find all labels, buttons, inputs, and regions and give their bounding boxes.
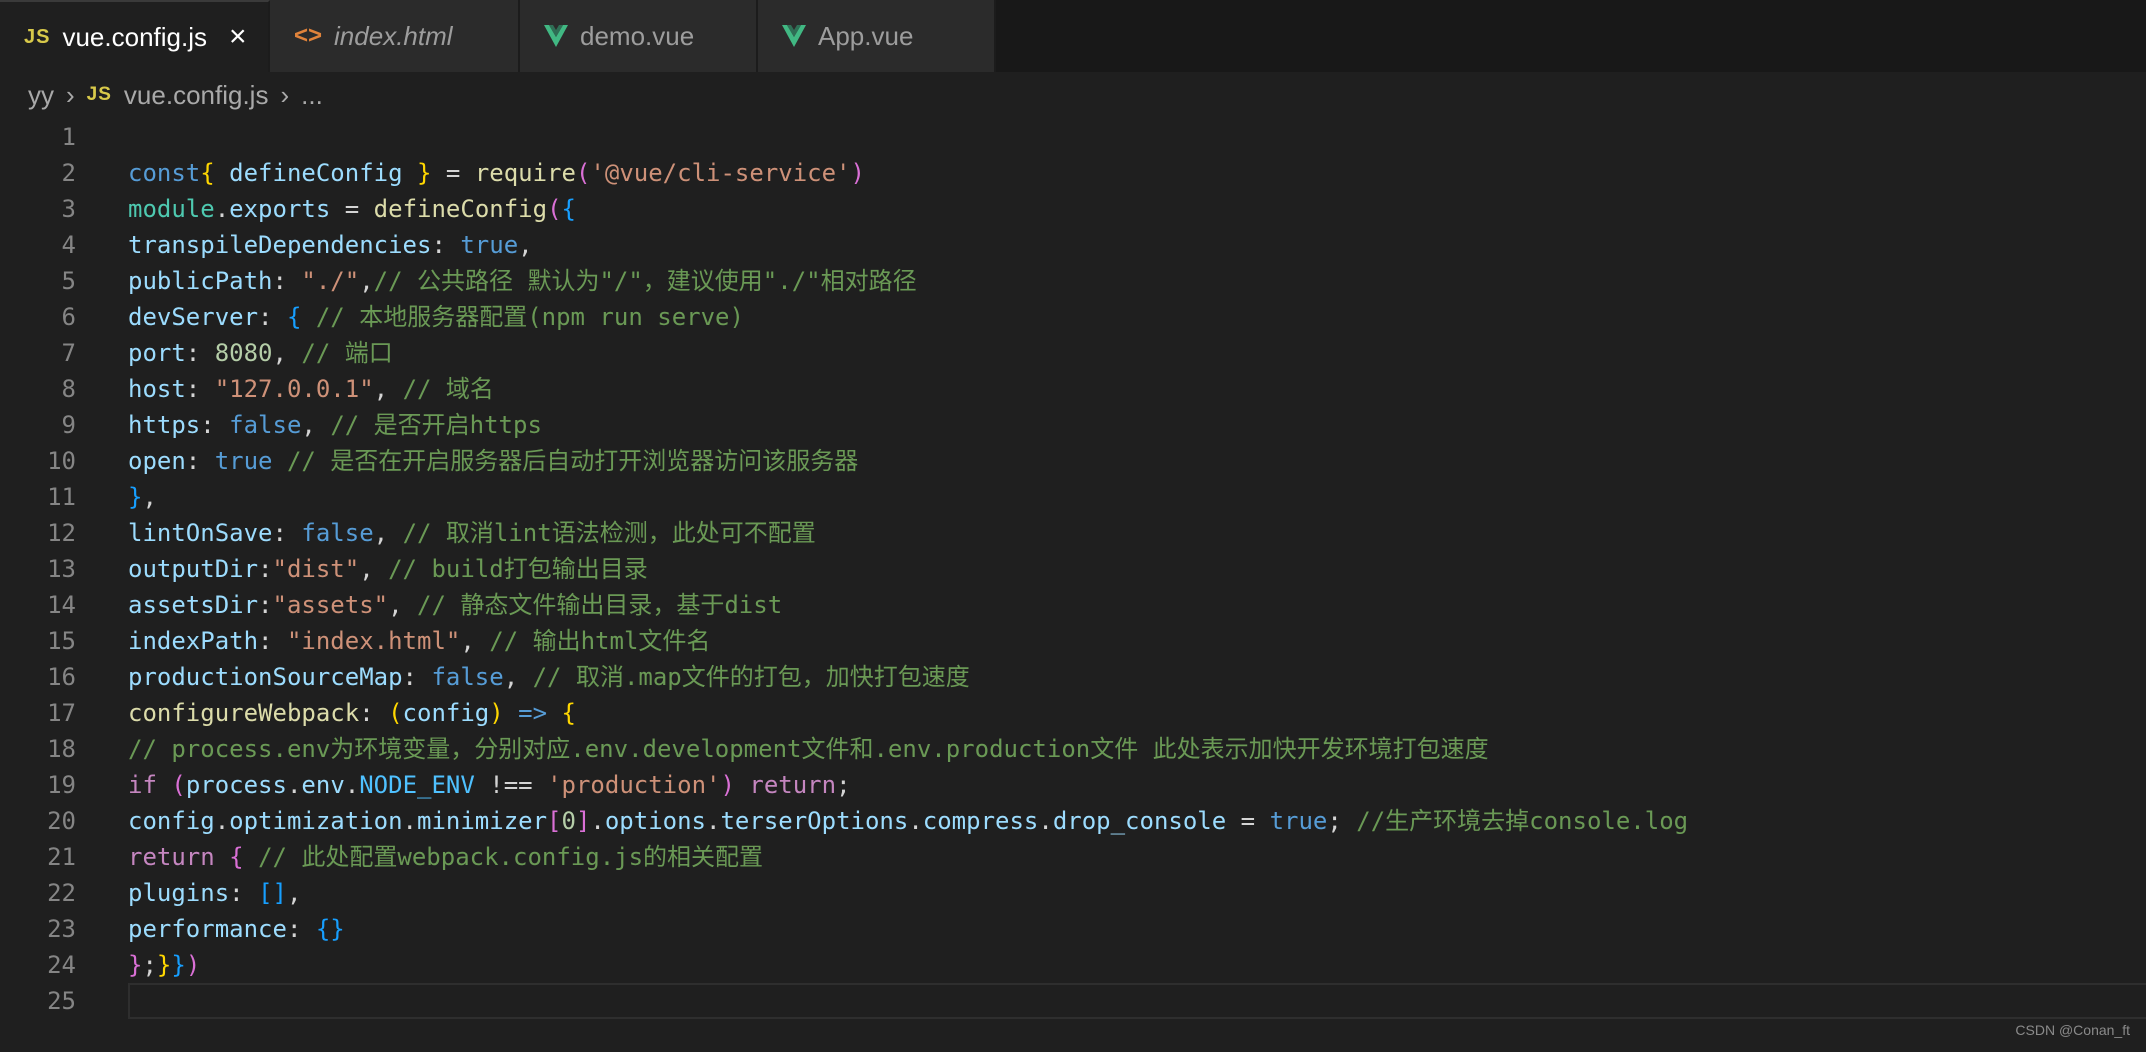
line-number: 17 [47, 699, 76, 727]
line-number: 21 [47, 843, 76, 871]
line-number: 12 [47, 519, 76, 547]
line-number: 22 [47, 879, 76, 907]
code-text: }, [128, 483, 157, 511]
code-text: devServer: { // 本地服务器配置(npm run serve) [128, 303, 744, 331]
code-line[interactable]: 16 productionSourceMap: false, // 取消.map文… [0, 659, 2146, 695]
line-number: 9 [61, 411, 76, 439]
code-text: publicPath: "./",// 公共路径 默认为"/"，建议使用"./"… [128, 267, 917, 295]
tab-app-vue[interactable]: App.vue [758, 0, 996, 72]
code-line[interactable]: 22 plugins: [], [0, 875, 2146, 911]
code-text: assetsDir:"assets", // 静态文件输出目录，基于dist [128, 591, 783, 619]
code-text: open: true // 是否在开启服务器后自动打开浏览器访问该服务器 [128, 447, 859, 475]
code-line[interactable]: 8 host: "127.0.0.1", // 域名 [0, 371, 2146, 407]
code-text: https: false, // 是否开启https [128, 411, 542, 439]
code-text: };}}) [128, 951, 201, 979]
line-number: 6 [61, 303, 76, 331]
code-line[interactable]: 11}, [0, 479, 2146, 515]
code-line[interactable]: 17 configureWebpack: (config) => { [0, 695, 2146, 731]
chevron-right-icon: › [280, 79, 290, 110]
tab-label: index.html [334, 20, 453, 51]
html-file-icon: <> [294, 22, 323, 49]
close-icon[interactable]: × [229, 22, 247, 52]
code-line[interactable]: 18 // process.env为环境变量，分别对应.env.developme… [0, 731, 2146, 767]
tab-label: vue.config.js [62, 21, 207, 52]
code-text: transpileDependencies: true, [128, 231, 533, 259]
line-number: 24 [47, 951, 76, 979]
tab-label: App.vue [818, 20, 914, 51]
code-line[interactable]: 13 outputDir:"dist", // build打包输出目录 [0, 551, 2146, 587]
line-number: 10 [47, 447, 76, 475]
code-line[interactable]: 14 assetsDir:"assets", // 静态文件输出目录，基于dist [0, 587, 2146, 623]
code-text: outputDir:"dist", // build打包输出目录 [128, 555, 648, 583]
code-line[interactable]: 5 publicPath: "./",// 公共路径 默认为"/"，建议使用"./… [0, 263, 2146, 299]
js-file-icon: JS [24, 25, 51, 48]
code-line[interactable]: 9 https: false, // 是否开启https [0, 407, 2146, 443]
code-line[interactable]: 15 indexPath: "index.html", // 输出html文件名 [0, 623, 2146, 659]
code-text: productionSourceMap: false, // 取消.map文件的… [128, 663, 970, 691]
line-number: 1 [61, 123, 76, 151]
code-text: const{ defineConfig } = require('@vue/cl… [128, 159, 865, 187]
tab-demo-vue[interactable]: demo.vue [520, 0, 758, 72]
vue-file-icon [544, 25, 568, 47]
line-number: 8 [61, 375, 76, 403]
code-text: return { // 此处配置webpack.config.js的相关配置 [128, 843, 764, 871]
tab-label: demo.vue [580, 20, 695, 51]
code-line[interactable]: 25 [0, 983, 2146, 1019]
line-number: 16 [47, 663, 76, 691]
line-number: 2 [61, 159, 76, 187]
tab-index-html[interactable]: <> index.html [270, 0, 520, 72]
line-number: 20 [47, 807, 76, 835]
chevron-right-icon: › [66, 79, 75, 110]
breadcrumb-folder[interactable]: yy [28, 80, 54, 111]
breadcrumb-more[interactable]: ... [301, 80, 323, 111]
breadcrumb-file[interactable]: vue.config.js [124, 80, 269, 111]
line-number: 7 [61, 339, 76, 367]
code-line[interactable]: 10 open: true // 是否在开启服务器后自动打开浏览器访问该服务器 [0, 443, 2146, 479]
code-text: indexPath: "index.html", // 输出html文件名 [128, 627, 711, 655]
watermark: CSDN @Conan_ft [2015, 1022, 2130, 1038]
tab-bar: JS vue.config.js × <> index.html demo.vu… [0, 0, 2146, 72]
code-line[interactable]: 4 transpileDependencies: true, [0, 227, 2146, 263]
code-text: if (process.env.NODE_ENV !== 'production… [128, 771, 851, 799]
code-line[interactable]: 21 return { // 此处配置webpack.config.js的相关配置 [0, 839, 2146, 875]
line-number: 19 [47, 771, 76, 799]
code-line[interactable]: 20 config.optimization.minimizer[0].optio… [0, 803, 2146, 839]
code-text: performance: {} [128, 915, 345, 943]
code-line[interactable]: 23 performance: {} [0, 911, 2146, 947]
code-line[interactable]: 3 module.exports = defineConfig({ [0, 191, 2146, 227]
code-line[interactable]: 6 devServer: { // 本地服务器配置(npm run serve) [0, 299, 2146, 335]
line-number: 3 [61, 195, 76, 223]
line-number: 11 [47, 483, 76, 511]
line-number: 14 [47, 591, 76, 619]
line-number: 18 [47, 735, 76, 763]
code-line[interactable]: 12 lintOnSave: false, // 取消lint语法检测，此处可不配… [0, 515, 2146, 551]
line-number: 5 [61, 267, 76, 295]
line-number: 15 [47, 627, 76, 655]
breadcrumb: yy › JS vue.config.js › ... [0, 72, 2146, 118]
code-text: config.optimization.minimizer[0].options… [128, 807, 1689, 835]
tab-vue-config-js[interactable]: JS vue.config.js × [0, 0, 270, 72]
code-text: port: 8080, // 端口 [128, 339, 393, 367]
vue-file-icon [782, 25, 806, 47]
line-number: 4 [61, 231, 76, 259]
code-text: // process.env为环境变量，分别对应.env.development… [128, 735, 1489, 763]
code-text: configureWebpack: (config) => { [128, 699, 576, 727]
line-number: 13 [47, 555, 76, 583]
js-file-icon: JS [86, 84, 112, 105]
code-text: lintOnSave: false, // 取消lint语法检测，此处可不配置 [128, 519, 816, 547]
code-text: host: "127.0.0.1", // 域名 [128, 375, 494, 403]
code-line[interactable]: 2 const{ defineConfig } = require('@vue/c… [0, 155, 2146, 191]
line-number: 23 [47, 915, 76, 943]
code-line[interactable]: 1 [0, 119, 2146, 155]
code-line[interactable]: 24};}}) [0, 947, 2146, 983]
code-line[interactable]: 19 if (process.env.NODE_ENV !== 'producti… [0, 767, 2146, 803]
line-number: 25 [47, 987, 76, 1015]
code-text: module.exports = defineConfig({ [128, 195, 576, 223]
code-editor[interactable]: 1 2 const{ defineConfig } = require('@vue/… [0, 119, 2146, 1019]
code-text: plugins: [], [128, 879, 302, 907]
code-line[interactable]: 7 port: 8080, // 端口 [0, 335, 2146, 371]
